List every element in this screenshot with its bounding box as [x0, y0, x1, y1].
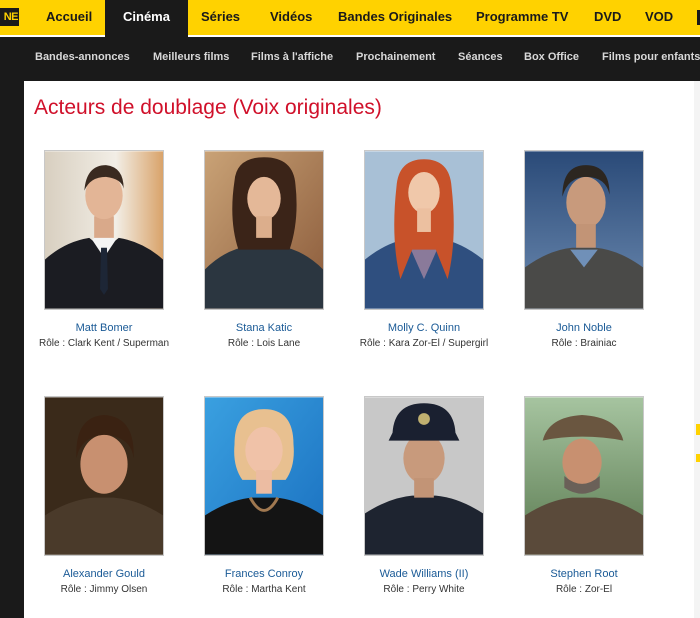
nav-vod[interactable]: VOD: [645, 0, 673, 35]
subnav-films-a-l-affiche[interactable]: Films à l'affiche: [251, 37, 333, 77]
nav-dvd[interactable]: DVD: [594, 0, 621, 35]
edge-marker: [696, 454, 700, 462]
subnav-seances[interactable]: Séances: [458, 37, 503, 77]
actor-name[interactable]: Matt Bomer: [24, 321, 184, 335]
actor-card: John Noble Rôle : Brainiac: [504, 150, 664, 352]
actor-role: Rôle : Brainiac: [551, 338, 617, 349]
actor-name[interactable]: John Noble: [504, 321, 664, 335]
nav-programme-tv[interactable]: Programme TV: [476, 0, 568, 35]
edge-marker: [696, 424, 700, 435]
nav-cinema[interactable]: Cinéma: [105, 0, 188, 37]
actor-role: Rôle : Martha Kent: [222, 584, 306, 595]
actor-card: Frances Conroy Rôle : Martha Kent: [184, 396, 344, 598]
actor-name[interactable]: Stana Katic: [184, 321, 344, 335]
actor-card: Stephen Root Rôle : Zor-El: [504, 396, 664, 598]
actor-photo[interactable]: [204, 150, 324, 310]
actor-role: Rôle : Perry White: [383, 584, 465, 595]
actor-photo[interactable]: [44, 150, 164, 310]
actor-photo[interactable]: [364, 150, 484, 310]
actor-name[interactable]: Molly C. Quinn: [344, 321, 504, 335]
subnav-box-office[interactable]: Box Office: [524, 37, 579, 77]
actor-photo[interactable]: [44, 396, 164, 556]
nav-videos[interactable]: Vidéos: [270, 0, 312, 35]
actor-name[interactable]: Frances Conroy: [184, 567, 344, 581]
right-edge: [694, 81, 700, 618]
sub-navigation: Bandes-annonces Meilleurs films Films à …: [0, 37, 700, 81]
left-gutter: [0, 81, 24, 618]
actor-card: Wade Williams (II) Rôle : Perry White: [344, 396, 504, 598]
actor-card: Alexander Gould Rôle : Jimmy Olsen: [24, 396, 184, 598]
actor-card: Molly C. Quinn Rôle : Kara Zor-El / Supe…: [344, 150, 504, 352]
actor-role: Rôle : Clark Kent / Superman: [38, 338, 170, 349]
actor-photo[interactable]: [364, 396, 484, 556]
actor-photo[interactable]: [204, 396, 324, 556]
actor-role: Rôle : Zor-El: [555, 584, 613, 595]
actor-photo[interactable]: [524, 396, 644, 556]
top-navigation: NE Accueil Cinéma Séries Vidéos Bandes O…: [0, 0, 700, 37]
actor-role: Rôle : Kara Zor-El / Supergirl: [359, 338, 489, 349]
actor-role: Rôle : Lois Lane: [227, 338, 301, 349]
actor-name[interactable]: Wade Williams (II): [344, 567, 504, 581]
nav-bandes-originales[interactable]: Bandes Originales: [338, 0, 452, 35]
actor-name[interactable]: Stephen Root: [504, 567, 664, 581]
actor-card: Matt Bomer Rôle : Clark Kent / Superman: [24, 150, 184, 352]
subnav-bandes-annonces[interactable]: Bandes-annonces: [35, 37, 130, 77]
site-logo[interactable]: NE: [0, 8, 19, 26]
subnav-meilleurs-films[interactable]: Meilleurs films: [153, 37, 229, 77]
actor-role: Rôle : Jimmy Olsen: [60, 584, 148, 595]
actor-name[interactable]: Alexander Gould: [24, 567, 184, 581]
nav-series[interactable]: Séries: [201, 0, 240, 35]
subnav-films-pour-enfants[interactable]: Films pour enfants: [602, 37, 700, 77]
actor-card: Stana Katic Rôle : Lois Lane: [184, 150, 344, 352]
nav-accueil[interactable]: Accueil: [46, 0, 92, 35]
subnav-prochainement[interactable]: Prochainement: [356, 37, 435, 77]
page-title: Acteurs de doublage (Voix originales): [34, 96, 382, 119]
actor-photo[interactable]: [524, 150, 644, 310]
